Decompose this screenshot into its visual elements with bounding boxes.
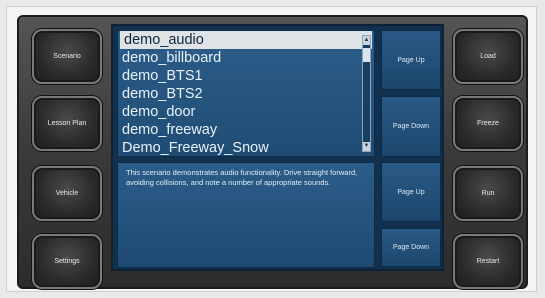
vehicle-button[interactable]: Vehicle bbox=[32, 166, 102, 221]
list-item[interactable]: demo_freeway bbox=[118, 121, 374, 139]
list-page-up-label: Page Up bbox=[397, 56, 425, 64]
display-screen: demo_audio demo_billboard demo_BTS1 demo… bbox=[111, 24, 444, 271]
list-item[interactable]: demo_BTS1 bbox=[118, 67, 374, 85]
freeze-button[interactable]: Freeze bbox=[453, 96, 523, 151]
scroll-thumb[interactable] bbox=[363, 48, 370, 62]
restart-button-label: Restart bbox=[476, 258, 500, 265]
scenario-button-label: Scenario bbox=[53, 53, 81, 60]
load-button-label: Load bbox=[480, 53, 496, 60]
list-scrollbar[interactable]: ▲ ▼ bbox=[362, 35, 371, 152]
vehicle-button-label: Vehicle bbox=[55, 190, 79, 197]
list-item[interactable]: demo_billboard bbox=[118, 49, 374, 67]
freeze-button-label: Freeze bbox=[477, 120, 499, 127]
list-page-up-button[interactable]: Page Up bbox=[381, 30, 441, 90]
desc-page-down-button[interactable]: Page Down bbox=[381, 228, 441, 267]
scroll-up-arrow-icon[interactable]: ▲ bbox=[363, 36, 370, 45]
scenario-button[interactable]: Scenario bbox=[32, 29, 102, 84]
run-button[interactable]: Run bbox=[453, 166, 523, 221]
desc-page-up-button[interactable]: Page Up bbox=[381, 162, 441, 222]
list-item[interactable]: Demo_Freeway_Snow bbox=[118, 139, 374, 156]
scenario-description: This scenario demonstrates audio functio… bbox=[117, 162, 375, 268]
lesson-plan-button[interactable]: Lesson Plan bbox=[32, 96, 102, 151]
scenario-list[interactable]: demo_audio demo_billboard demo_BTS1 demo… bbox=[117, 30, 375, 157]
list-item[interactable]: demo_BTS2 bbox=[118, 85, 374, 103]
list-item[interactable]: demo_audio bbox=[120, 31, 372, 49]
scroll-down-arrow-icon[interactable]: ▼ bbox=[363, 142, 370, 151]
settings-button[interactable]: Settings bbox=[32, 234, 102, 289]
list-page-down-button[interactable]: Page Down bbox=[381, 96, 441, 157]
desc-page-up-label: Page Up bbox=[397, 188, 425, 196]
settings-button-label: Settings bbox=[54, 258, 80, 265]
lesson-plan-button-label: Lesson Plan bbox=[47, 120, 87, 127]
restart-button[interactable]: Restart bbox=[453, 234, 523, 289]
list-page-down-label: Page Down bbox=[392, 123, 430, 130]
run-button-label: Run bbox=[481, 190, 495, 197]
list-item[interactable]: demo_door bbox=[118, 103, 374, 121]
load-button[interactable]: Load bbox=[453, 29, 523, 84]
description-text: This scenario demonstrates audio functio… bbox=[126, 168, 358, 187]
desc-page-down-label: Page Down bbox=[392, 244, 430, 251]
